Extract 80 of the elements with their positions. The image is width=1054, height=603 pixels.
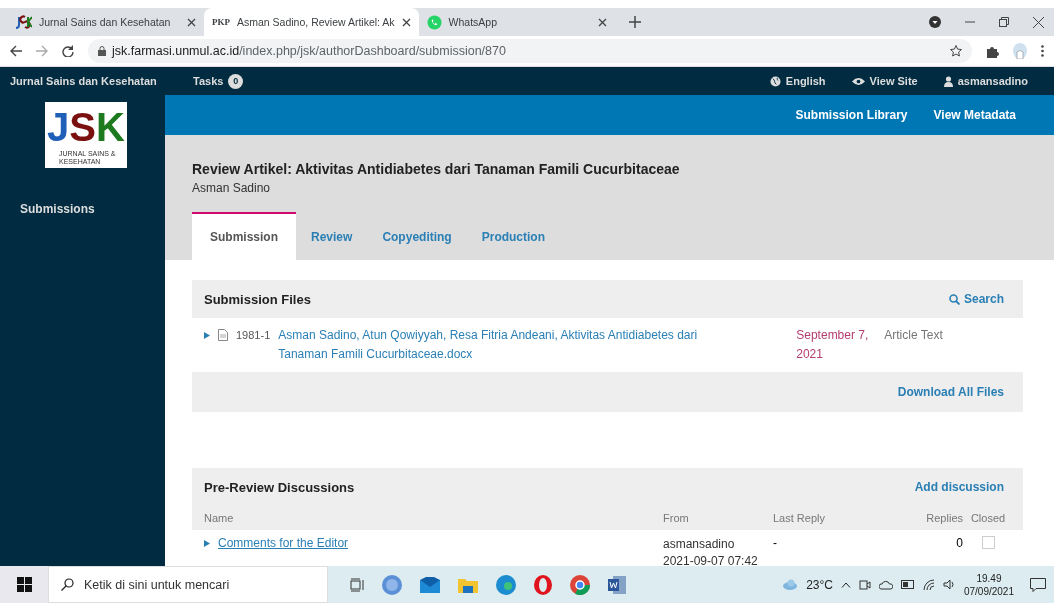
lock-icon — [98, 46, 106, 56]
download-link[interactable]: Download All Files — [897, 385, 1004, 399]
discussion-link[interactable]: Comments for the Editor — [218, 536, 349, 550]
restore-icon[interactable] — [999, 17, 1009, 27]
reload-icon[interactable] — [62, 45, 74, 57]
expand-icon[interactable] — [204, 539, 210, 547]
submission-title: Review Artikel: Aktivitas Antidiabetes dari Tanaman Famili Cucurbitaceae — [192, 161, 681, 177]
browser-tab[interactable]: PKP Asman Sadino, Review Artikel: Ak — [204, 8, 419, 36]
search-icon — [948, 293, 960, 305]
menu-icon[interactable] — [1041, 45, 1044, 57]
folder-icon[interactable] — [458, 576, 478, 593]
column-header: Closed — [969, 512, 1007, 524]
notification-icon[interactable] — [1030, 577, 1046, 592]
wifi-icon[interactable] — [922, 578, 935, 591]
stage-tab[interactable]: Submission — [192, 212, 296, 260]
header-link[interactable]: English — [785, 75, 826, 87]
file-link[interactable]: Asman Sadino, Atun Qowiyyah, Resa Fitria Andeani, Aktivitas Antidiabetes dari Tanaman Famili Cucurbitaceae.docx — [278, 326, 729, 364]
close-icon[interactable] — [597, 17, 607, 27]
column-header: From — [663, 512, 690, 524]
address-bar[interactable]: jsk.farmasi.unmul.ac.id/index.php/jsk/authorDashboard/submission/870 — [88, 39, 972, 63]
header-link[interactable]: asmansadino — [957, 75, 1028, 87]
search-icon — [61, 578, 74, 591]
close-icon[interactable] — [187, 17, 196, 27]
browser-tab[interactable]: Jurnal Sains dan Kesehatan — [8, 8, 204, 36]
dropdown-icon[interactable] — [929, 16, 941, 28]
action-link[interactable]: Submission Library — [795, 108, 908, 122]
camera-icon[interactable] — [858, 578, 871, 591]
document-icon[interactable] — [608, 575, 626, 594]
tasks-button[interactable]: Tasks 0 — [165, 72, 250, 90]
app-icon[interactable] — [382, 574, 402, 595]
file-date: September 7, 2021 — [796, 327, 870, 363]
browser-icon[interactable] — [570, 574, 590, 595]
star-icon[interactable] — [950, 45, 962, 57]
panel-title: Pre-Review Discussions — [204, 479, 355, 495]
cloud-icon[interactable] — [878, 579, 893, 590]
table-cell-text: - — [773, 536, 778, 550]
search-field[interactable]: Ketik di sini untuk mencari — [48, 566, 328, 603]
search-link[interactable]: Search — [963, 292, 1004, 306]
battery-icon[interactable] — [900, 580, 915, 589]
column-header: Last Reply — [773, 512, 826, 524]
task-view-icon[interactable] — [350, 577, 364, 592]
site-icon: PKP — [212, 17, 230, 27]
table-cell-text: 0 — [955, 536, 963, 550]
closed-checkbox[interactable] — [981, 536, 995, 549]
eye-icon — [851, 76, 865, 86]
action-link[interactable]: View Metadata — [933, 108, 1016, 122]
column-header: Replies — [925, 512, 963, 524]
mail-icon[interactable] — [420, 576, 440, 593]
windows-icon[interactable] — [0, 566, 48, 603]
author-name: Asman Sadino — [192, 181, 272, 195]
logo-icon — [16, 14, 32, 30]
file-id: 1981-1 — [236, 328, 271, 343]
table-cell-text: asmansadino — [663, 536, 736, 553]
file-icon — [218, 329, 228, 341]
temperature[interactable]: 23°C — [806, 577, 833, 592]
user-icon — [943, 75, 953, 87]
speaker-icon[interactable] — [942, 579, 956, 590]
count-badge: 0 — [228, 73, 244, 89]
expand-icon[interactable] — [204, 332, 210, 339]
sidebar-item[interactable]: Submissions — [20, 202, 165, 216]
site-title[interactable]: Jurnal Sains dan Kesehatan — [0, 75, 165, 87]
table-cell-text: 2021-09-07 07:42 — [663, 553, 759, 566]
new-tab-icon[interactable] — [628, 16, 641, 28]
file-type: Article Text — [884, 327, 943, 344]
close-icon[interactable] — [401, 17, 411, 27]
browser-tab[interactable]: WhatsApp — [418, 8, 615, 36]
globe-icon — [769, 75, 781, 87]
header-link[interactable]: View Site — [869, 75, 918, 87]
chat-icon — [426, 14, 442, 30]
puzzle-icon[interactable] — [986, 44, 999, 58]
clock[interactable]: 19.49 07/09/2021 — [963, 571, 1014, 598]
chevron-up-icon[interactable] — [840, 581, 851, 588]
weather-icon — [782, 578, 799, 591]
browser-icon[interactable] — [496, 574, 516, 595]
column-header: Name — [204, 512, 235, 524]
panel-title: Submission Files — [204, 291, 311, 307]
back-icon[interactable] — [10, 45, 22, 57]
close-icon[interactable] — [1033, 16, 1044, 28]
add-link[interactable]: Add discussion — [914, 480, 1004, 494]
browser-icon[interactable] — [534, 574, 552, 595]
